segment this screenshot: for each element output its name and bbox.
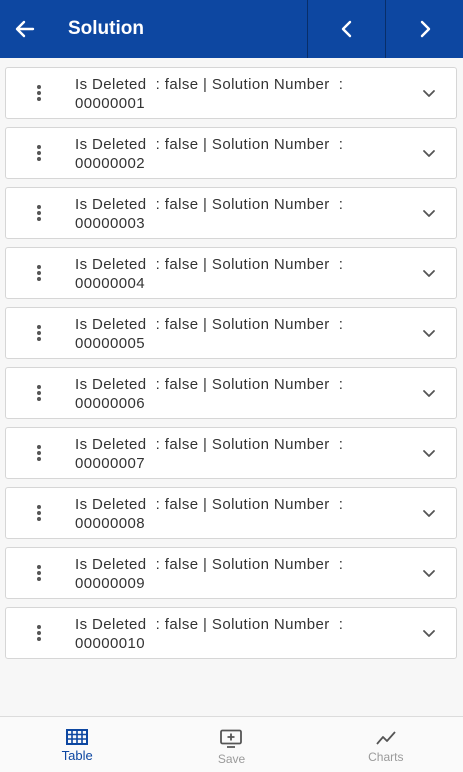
table-grid-icon (66, 729, 89, 745)
tab-label: Charts (368, 750, 404, 764)
expand-button[interactable] (422, 86, 436, 104)
list-item-line1: Is Deleted : false | Solution Number : (75, 616, 344, 633)
list-item-line1: Is Deleted : false | Solution Number : (75, 376, 344, 393)
back-button[interactable] (0, 0, 50, 58)
list-item-text: Is Deleted : false | Solution Number : 00… (75, 315, 395, 353)
list-item[interactable]: Is Deleted : false | Solution Number : 00… (5, 547, 457, 599)
chevron-down-icon (423, 570, 435, 577)
tab-table[interactable]: Table (0, 717, 154, 772)
list-item[interactable]: Is Deleted : false | Solution Number : 00… (5, 187, 457, 239)
more-options-button[interactable] (6, 128, 80, 178)
more-vertical-icon (37, 325, 41, 341)
expand-button[interactable] (422, 146, 436, 164)
expand-button[interactable] (422, 626, 436, 644)
chevron-down-icon (423, 510, 435, 517)
list-item-line1: Is Deleted : false | Solution Number : (75, 436, 344, 453)
list-item-line2: 00000007 (75, 455, 145, 472)
more-vertical-icon (37, 205, 41, 221)
list-item-line2: 00000001 (75, 95, 145, 112)
more-options-button[interactable] (6, 608, 80, 658)
next-button[interactable] (385, 0, 463, 58)
list-item[interactable]: Is Deleted : false | Solution Number : 00… (5, 127, 457, 179)
expand-button[interactable] (422, 326, 436, 344)
list-item-text: Is Deleted : false | Solution Number : 00… (75, 135, 395, 173)
tab-save[interactable]: Save (154, 717, 308, 772)
previous-button[interactable] (307, 0, 385, 58)
more-vertical-icon (37, 445, 41, 461)
list-item-text: Is Deleted : false | Solution Number : 00… (75, 75, 395, 113)
expand-button[interactable] (422, 506, 436, 524)
list-item[interactable]: Is Deleted : false | Solution Number : 00… (5, 367, 457, 419)
more-vertical-icon (37, 505, 41, 521)
chevron-down-icon (423, 210, 435, 217)
chevron-down-icon (423, 390, 435, 397)
line-chart-icon (376, 731, 396, 745)
list-item-line2: 00000010 (75, 635, 145, 652)
more-vertical-icon (37, 385, 41, 401)
list-item-line2: 00000004 (75, 275, 145, 292)
tab-charts[interactable]: Charts (309, 717, 463, 772)
chevron-down-icon (423, 90, 435, 97)
list-item[interactable]: Is Deleted : false | Solution Number : 00… (5, 67, 457, 119)
more-vertical-icon (37, 145, 41, 161)
record-list: Is Deleted : false | Solution Number : 00… (5, 67, 457, 667)
list-item-text: Is Deleted : false | Solution Number : 00… (75, 195, 395, 233)
list-item-line1: Is Deleted : false | Solution Number : (75, 196, 344, 213)
more-vertical-icon (37, 625, 41, 641)
more-options-button[interactable] (6, 548, 80, 598)
chevron-down-icon (423, 330, 435, 337)
expand-button[interactable] (422, 566, 436, 584)
save-screen-icon (220, 729, 243, 748)
more-options-button[interactable] (6, 248, 80, 298)
tab-label: Save (217, 752, 246, 766)
list-item[interactable]: Is Deleted : false | Solution Number : 00… (5, 427, 457, 479)
list-item-line1: Is Deleted : false | Solution Number : (75, 256, 344, 273)
chevron-down-icon (423, 630, 435, 637)
list-item-line1: Is Deleted : false | Solution Number : (75, 136, 344, 153)
bottom-nav: Table Save Charts (0, 716, 463, 772)
chevron-down-icon (423, 270, 435, 277)
more-options-button[interactable] (6, 68, 80, 118)
chevron-right-icon (420, 20, 430, 38)
list-item[interactable]: Is Deleted : false | Solution Number : 00… (5, 247, 457, 299)
list-item-line2: 00000003 (75, 215, 145, 232)
list-item-line2: 00000002 (75, 155, 145, 172)
expand-button[interactable] (422, 206, 436, 224)
more-options-button[interactable] (6, 488, 80, 538)
list-item[interactable]: Is Deleted : false | Solution Number : 00… (5, 487, 457, 539)
list-item-text: Is Deleted : false | Solution Number : 00… (75, 375, 395, 413)
tab-label: Table (61, 748, 93, 763)
chevron-down-icon (423, 150, 435, 157)
expand-button[interactable] (422, 266, 436, 284)
list-item-text: Is Deleted : false | Solution Number : 00… (75, 255, 395, 293)
list-item-line1: Is Deleted : false | Solution Number : (75, 76, 344, 93)
app-header: Solution (0, 0, 463, 58)
page-title: Solution (68, 18, 144, 39)
list-item-line2: 00000006 (75, 395, 145, 412)
arrow-left-icon (15, 20, 35, 38)
expand-button[interactable] (422, 446, 436, 464)
more-vertical-icon (37, 85, 41, 101)
list-item[interactable]: Is Deleted : false | Solution Number : 00… (5, 307, 457, 359)
more-vertical-icon (37, 565, 41, 581)
more-vertical-icon (37, 265, 41, 281)
list-item[interactable]: Is Deleted : false | Solution Number : 00… (5, 607, 457, 659)
more-options-button[interactable] (6, 428, 80, 478)
list-item-line1: Is Deleted : false | Solution Number : (75, 556, 344, 573)
list-item-line1: Is Deleted : false | Solution Number : (75, 316, 344, 333)
more-options-button[interactable] (6, 368, 80, 418)
list-item-line2: 00000009 (75, 575, 145, 592)
chevron-left-icon (341, 20, 351, 38)
more-options-button[interactable] (6, 188, 80, 238)
chevron-down-icon (423, 450, 435, 457)
list-item-text: Is Deleted : false | Solution Number : 00… (75, 435, 395, 473)
list-item-text: Is Deleted : false | Solution Number : 00… (75, 615, 395, 653)
list-item-line2: 00000005 (75, 335, 145, 352)
list-item-line2: 00000008 (75, 515, 145, 532)
expand-button[interactable] (422, 386, 436, 404)
list-item-text: Is Deleted : false | Solution Number : 00… (75, 495, 395, 533)
list-item-text: Is Deleted : false | Solution Number : 00… (75, 555, 395, 593)
more-options-button[interactable] (6, 308, 80, 358)
list-item-line1: Is Deleted : false | Solution Number : (75, 496, 344, 513)
